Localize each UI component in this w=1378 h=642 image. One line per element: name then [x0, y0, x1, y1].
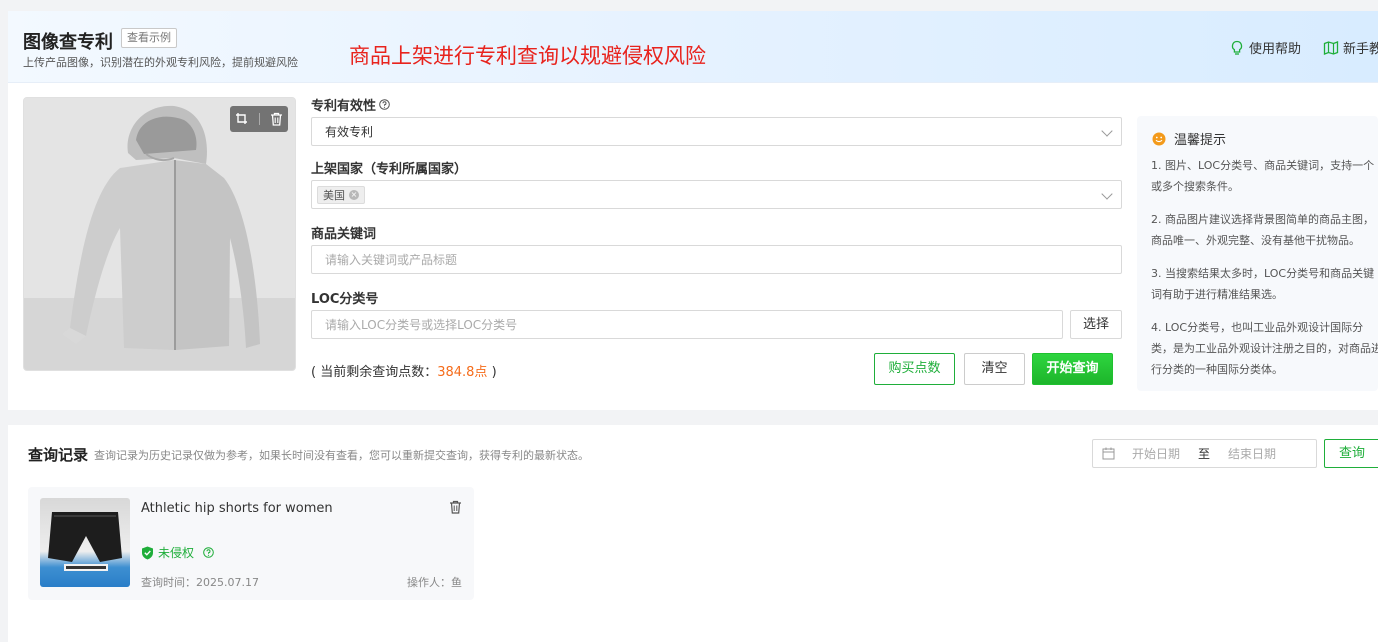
points-prefix: ( 当前剩余查询点数： — [311, 365, 438, 380]
validity-label: 专利有效性 — [311, 95, 390, 114]
tips-title: 温馨提示 — [1152, 129, 1226, 148]
page-subtitle: 上传产品图像，识别潜在的外观专利风险，提前规避风险 — [23, 56, 298, 69]
question-icon[interactable] — [379, 99, 390, 110]
page-header: 图像查专利 查看示例 上传产品图像，识别潜在的外观专利风险，提前规避风险 商品上… — [8, 11, 1378, 83]
guide-link[interactable]: 新手教 — [1323, 38, 1378, 57]
loc-input[interactable]: 请输入LOC分类号或选择LOC分类号 — [311, 310, 1063, 339]
record-time: 查询时间：2025.07.17 — [141, 576, 259, 589]
crop-icon[interactable] — [235, 112, 249, 126]
validity-label-text: 专利有效性 — [311, 99, 377, 114]
help-link[interactable]: 使用帮助 — [1229, 38, 1301, 57]
record-name: Athletic hip shorts for women — [141, 501, 333, 516]
red-banner-text: 商品上架进行专利查询以规避侵权风险 — [349, 44, 706, 68]
start-date-placeholder[interactable]: 开始日期 — [1132, 445, 1180, 462]
shorts-image — [48, 512, 122, 571]
records-description: 查询记录为历史记录仅做为参考，如果长时间没有查看，您可以重新提交查询，获得专利的… — [94, 449, 589, 462]
tag-close-icon[interactable]: × — [349, 189, 359, 200]
points-suffix: ) — [487, 365, 497, 380]
shield-check-icon — [142, 546, 153, 559]
keyword-label: 商品关键词 — [311, 227, 377, 242]
tips-title-label: 温馨提示 — [1174, 133, 1227, 148]
record-status-label: 未侵权 — [158, 546, 195, 560]
tip-item: 2. 商品图片建议选择背景图简单的商品主图，商品唯一、外观完整、没有基他干扰物品… — [1151, 213, 1374, 247]
keyword-placeholder: 请输入关键词或产品标题 — [325, 253, 458, 267]
smile-icon — [1152, 132, 1166, 145]
uploaded-product-image[interactable] — [23, 97, 296, 371]
validity-value: 有效专利 — [325, 125, 374, 139]
hoodie-jacket-image — [24, 98, 295, 370]
buy-points-button[interactable]: 购买点数 — [874, 353, 955, 385]
country-tag: 美国 × — [317, 185, 365, 204]
points-value: 384.8点 — [437, 365, 488, 380]
tips-panel: 温馨提示 1. 图片、LOC分类号、商品关键词，支持一个或多个搜索条件。 2. … — [1137, 116, 1378, 391]
loc-placeholder: 请输入LOC分类号或选择LOC分类号 — [325, 318, 518, 332]
calendar-icon — [1102, 447, 1115, 460]
record-card[interactable]: Athletic hip shorts for women 未侵权 查询时间：2… — [28, 487, 474, 600]
trash-icon[interactable] — [449, 500, 462, 514]
record-thumbnail — [40, 498, 130, 587]
help-label: 使用帮助 — [1249, 42, 1302, 57]
record-status: 未侵权 — [141, 544, 214, 561]
guide-label: 新手教 — [1343, 42, 1378, 57]
tips-list: 1. 图片、LOC分类号、商品关键词，支持一个或多个搜索条件。 2. 商品图片建… — [1151, 155, 1378, 391]
clear-button[interactable]: 清空 — [964, 353, 1025, 385]
query-records-section: 查询记录 查询记录为历史记录仅做为参考，如果长时间没有查看，您可以重新提交查询，… — [8, 425, 1378, 642]
loc-label: LOC分类号 — [311, 292, 379, 307]
remaining-points: ( 当前剩余查询点数：384.8点 ) — [311, 361, 497, 380]
start-query-button[interactable]: 开始查询 — [1032, 353, 1113, 385]
country-select[interactable]: 美国 × — [311, 180, 1122, 209]
tip-item: 3. 当搜索结果太多时，LOC分类号和商品关键词有助于进行精准结果选。 — [1151, 267, 1375, 301]
records-query-button[interactable]: 查询 — [1324, 439, 1378, 468]
chevron-down-icon — [1101, 188, 1113, 200]
date-separator: 至 — [1198, 447, 1211, 461]
trash-icon[interactable] — [270, 112, 283, 126]
loc-select-button[interactable]: 选择 — [1070, 310, 1122, 339]
chevron-down-icon — [1101, 125, 1113, 137]
country-label: 上架国家（专利所属国家） — [311, 162, 468, 177]
country-tag-label: 美国 — [323, 188, 345, 202]
validity-select[interactable]: 有效专利 — [311, 117, 1122, 146]
search-panel: 专利有效性 有效专利 上架国家（专利所属国家） 美国 × 商品关键词 请输入关键… — [8, 83, 1378, 410]
end-date-placeholder[interactable]: 结束日期 — [1228, 445, 1276, 462]
question-icon[interactable] — [203, 547, 214, 558]
page-title: 图像查专利 — [23, 32, 113, 53]
image-tools — [230, 106, 288, 132]
map-icon — [1323, 40, 1339, 55]
date-range-picker[interactable]: 开始日期 至 结束日期 — [1092, 439, 1317, 468]
tip-item: 4. LOC分类号，也叫工业品外观设计国际分类，是为工业品外观设计注册之目的，对… — [1151, 321, 1378, 376]
lightbulb-icon — [1231, 40, 1243, 55]
records-title: 查询记录 — [28, 446, 89, 464]
keyword-input[interactable]: 请输入关键词或产品标题 — [311, 245, 1122, 274]
view-example-button[interactable]: 查看示例 — [121, 28, 177, 48]
tip-item: 1. 图片、LOC分类号、商品关键词，支持一个或多个搜索条件。 — [1151, 159, 1375, 193]
record-operator: 操作人：鱼 — [407, 576, 462, 589]
tool-divider — [259, 113, 260, 125]
